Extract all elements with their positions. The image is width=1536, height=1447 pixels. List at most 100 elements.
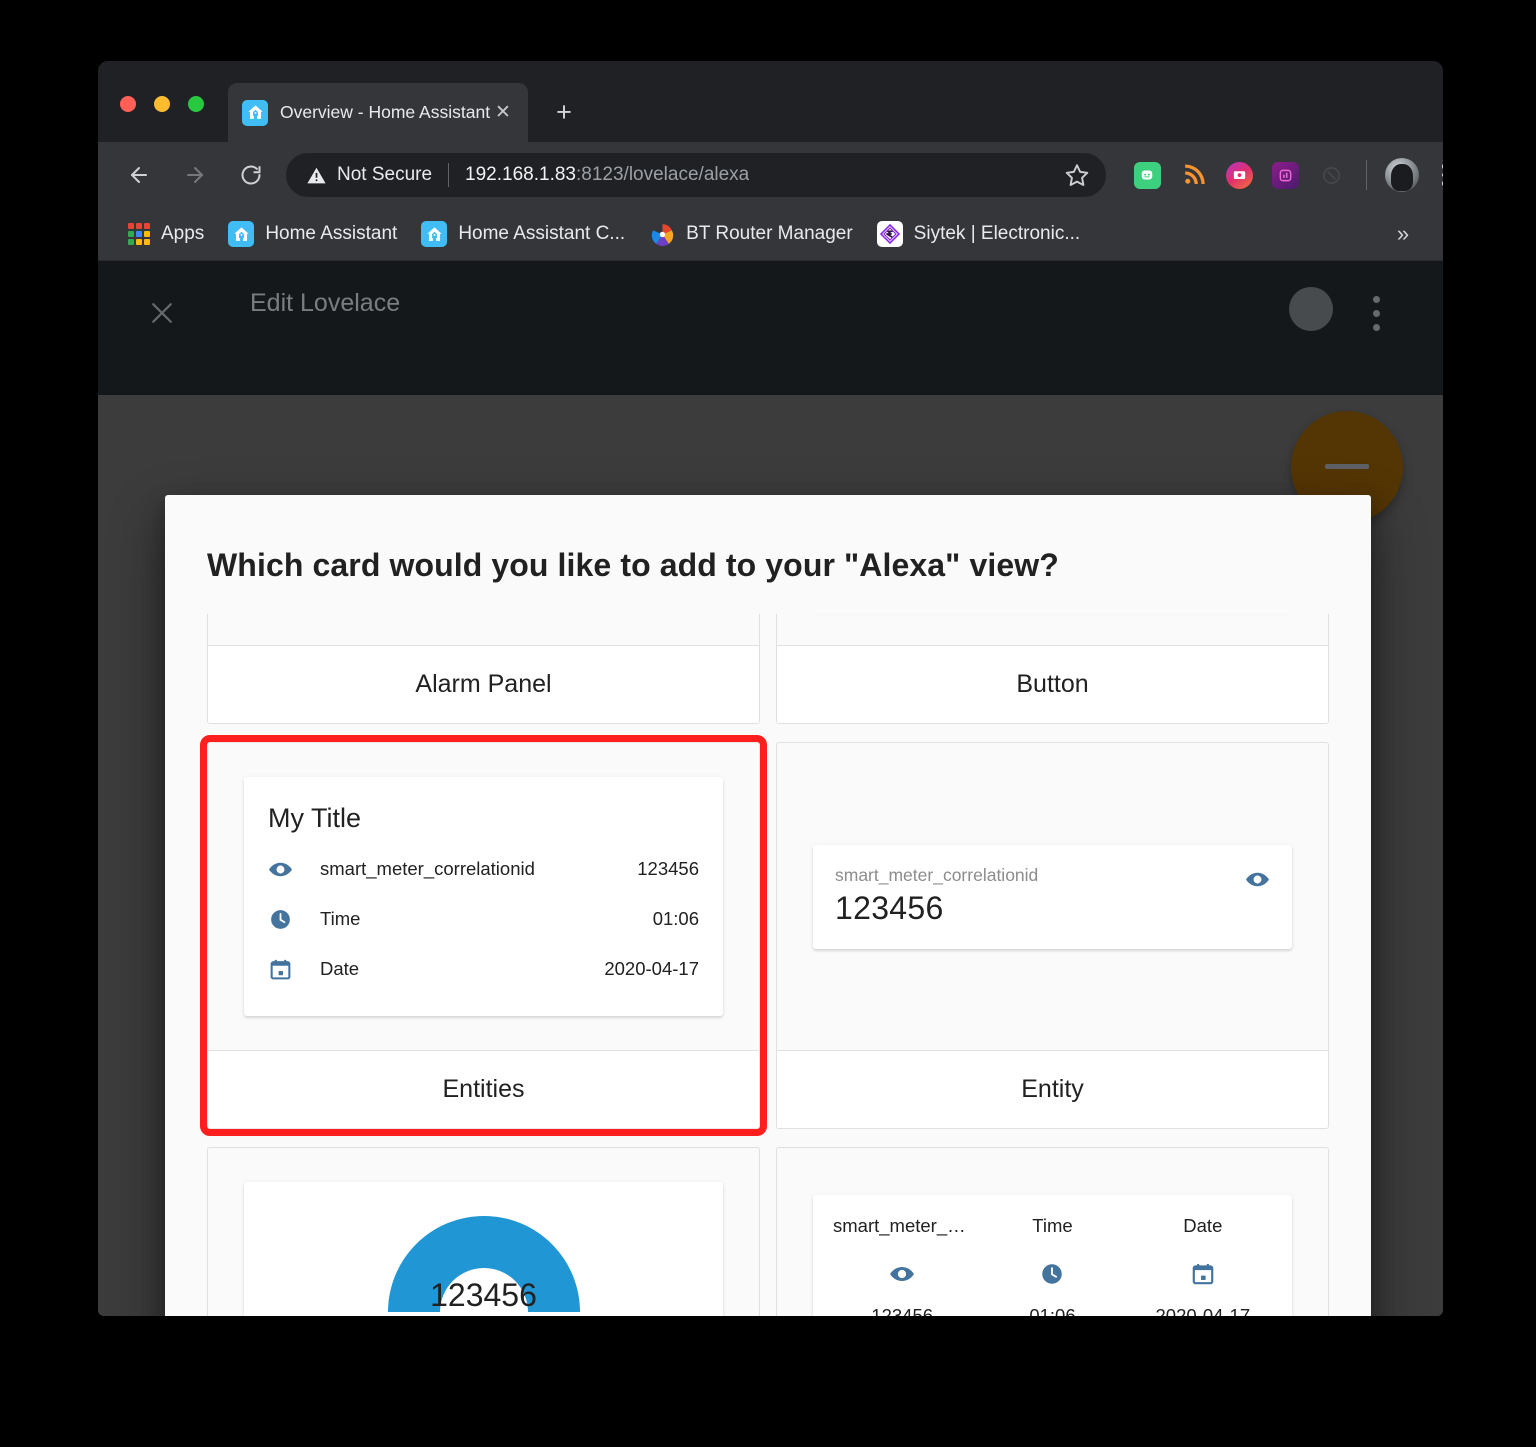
- entity-name: Time: [320, 908, 653, 930]
- home-assistant-icon: [421, 221, 447, 247]
- omnibox-divider: [448, 163, 449, 187]
- glance-name: Date: [1128, 1215, 1278, 1237]
- screen-recorder-extension-icon[interactable]: [1218, 154, 1260, 196]
- card-option-entity[interactable]: smart_meter_correlationid 123456 Entity: [776, 742, 1329, 1129]
- browser-toolbar: Not Secure 192.168.1.83:8123/lovelace/al…: [98, 142, 1443, 208]
- card-label: Entities: [208, 1050, 759, 1128]
- calendar-icon: [268, 957, 298, 982]
- not-secure-warning-icon: [306, 165, 327, 186]
- reload-icon[interactable]: [230, 154, 272, 196]
- card-option-glance[interactable]: smart_meter_correl… 123456 Time: [776, 1147, 1329, 1316]
- entity-card-state: 123456: [835, 890, 1270, 927]
- analytics-extension-icon[interactable]: [1264, 154, 1306, 196]
- bookmark-siytek[interactable]: Siytek | Electronic...: [865, 215, 1093, 253]
- bitwarden-extension-icon[interactable]: [1126, 154, 1168, 196]
- eye-icon: [827, 1261, 977, 1287]
- extension-icons: [1126, 154, 1443, 196]
- bookmark-label: Home Assistant C...: [458, 223, 625, 245]
- close-window-button[interactable]: [120, 96, 136, 112]
- clock-icon: [977, 1261, 1127, 1287]
- card-label: Entity: [777, 1050, 1328, 1128]
- bookmark-star-icon[interactable]: [1064, 162, 1090, 188]
- bookmark-label: Home Assistant: [265, 223, 397, 245]
- entity-value: 123456: [637, 858, 699, 880]
- bookmark-label: Apps: [161, 223, 204, 245]
- bt-router-icon: [649, 221, 675, 247]
- glance-name: smart_meter_correl…: [827, 1215, 977, 1237]
- gauge-value: 123456: [380, 1277, 588, 1314]
- rss-feed-extension-icon[interactable]: [1172, 154, 1214, 196]
- entity-card-name: smart_meter_correlationid: [835, 865, 1270, 886]
- bookmark-home-assistant[interactable]: Home Assistant: [216, 215, 409, 253]
- bookmarks-bar: Apps Home Assistant Home Assistant C...: [98, 208, 1443, 261]
- bookmark-home-assistant-community[interactable]: Home Assistant C...: [409, 215, 637, 253]
- arrow-left-icon[interactable]: [118, 154, 160, 196]
- card-grid: Alarm Panel Button My Title: [207, 614, 1329, 1316]
- dialog-title: Which card would you like to add to your…: [207, 547, 1327, 584]
- eye-icon: [1245, 867, 1270, 892]
- bookmark-label: BT Router Manager: [686, 223, 853, 245]
- home-assistant-icon: [242, 100, 268, 126]
- window-traffic-lights: [120, 96, 204, 112]
- maximize-window-button[interactable]: [188, 96, 204, 112]
- new-tab-button[interactable]: +: [546, 94, 582, 130]
- home-assistant-icon: [228, 221, 254, 247]
- card-preview-alarm-panel: [208, 614, 759, 645]
- entity-name: smart_meter_correlationid: [320, 858, 637, 880]
- entity-row: Time 01:06: [244, 894, 723, 944]
- entity-row: Date 2020-04-17: [244, 944, 723, 994]
- card-option-alarm-panel[interactable]: Alarm Panel: [207, 614, 760, 724]
- security-status-label: Not Secure: [337, 164, 432, 186]
- browser-window: Overview - Home Assistant ✕ + Not Secure…: [98, 61, 1443, 1316]
- glance-column: smart_meter_correl… 123456: [827, 1215, 977, 1316]
- card-preview-button: [777, 614, 1328, 645]
- tab-title: Overview - Home Assistant: [280, 102, 490, 123]
- browser-tab[interactable]: Overview - Home Assistant ✕: [228, 83, 528, 142]
- chrome-menu-icon[interactable]: [1427, 158, 1443, 192]
- url-host: 192.168.1.83: [465, 164, 576, 185]
- url-text: 192.168.1.83:8123/lovelace/alexa: [465, 164, 749, 186]
- glance-state: 123456: [827, 1305, 977, 1316]
- apps-grid-icon: [128, 223, 150, 245]
- gauge-arc: 123456: [380, 1208, 588, 1312]
- glance-column: Date 2020-04-17: [1128, 1215, 1278, 1316]
- calendar-icon: [1128, 1261, 1278, 1287]
- card-label: Alarm Panel: [208, 645, 759, 723]
- card-option-gauge[interactable]: 123456 smart_meter_correlationid Gauge: [207, 1147, 760, 1316]
- arrow-right-icon[interactable]: [174, 154, 216, 196]
- toolbar-divider: [1366, 160, 1367, 190]
- card-option-entities[interactable]: My Title smart_meter_correlationid 12345…: [207, 742, 760, 1129]
- url-path: :8123/lovelace/alexa: [576, 164, 749, 185]
- card-preview-gauge: 123456 smart_meter_correlationid: [208, 1148, 759, 1316]
- card-label: Button: [777, 645, 1328, 723]
- card-preview-glance: smart_meter_correl… 123456 Time: [777, 1148, 1328, 1316]
- glance-state: 01:06: [977, 1305, 1127, 1316]
- bookmark-apps[interactable]: Apps: [116, 215, 216, 253]
- entity-value: 01:06: [653, 908, 699, 930]
- card-list-scroll-area[interactable]: Alarm Panel Button My Title: [165, 614, 1371, 1316]
- disabled-extension-icon[interactable]: [1310, 154, 1352, 196]
- eye-icon: [268, 857, 298, 882]
- bookmark-label: Siytek | Electronic...: [914, 223, 1081, 245]
- minimize-window-button[interactable]: [154, 96, 170, 112]
- bookmarks-overflow-icon[interactable]: »: [1389, 220, 1417, 248]
- clock-icon: [268, 907, 298, 932]
- entity-card-preview: smart_meter_correlationid 123456: [813, 845, 1292, 949]
- glance-column: Time 01:06: [977, 1215, 1127, 1316]
- card-preview-entities: My Title smart_meter_correlationid 12345…: [208, 743, 759, 1050]
- card-option-button[interactable]: Button: [776, 614, 1329, 724]
- glance-state: 2020-04-17: [1128, 1305, 1278, 1316]
- entities-card-title: My Title: [244, 777, 723, 844]
- siytek-icon: [877, 221, 903, 247]
- close-icon[interactable]: ✕: [490, 100, 516, 126]
- page-viewport: Edit Lovelace ‹ › Which card would you l…: [98, 261, 1443, 1316]
- dialog-header: Which card would you like to add to your…: [165, 495, 1371, 614]
- entity-name: Date: [320, 958, 604, 980]
- user-avatar[interactable]: [1381, 154, 1423, 196]
- entity-value: 2020-04-17: [604, 958, 699, 980]
- card-preview-entity: smart_meter_correlationid 123456: [777, 743, 1328, 1050]
- gauge-card-preview: 123456 smart_meter_correlationid: [244, 1182, 723, 1316]
- address-bar[interactable]: Not Secure 192.168.1.83:8123/lovelace/al…: [286, 153, 1106, 197]
- bookmark-bt-router-manager[interactable]: BT Router Manager: [637, 215, 865, 253]
- glance-card-preview: smart_meter_correl… 123456 Time: [813, 1195, 1292, 1316]
